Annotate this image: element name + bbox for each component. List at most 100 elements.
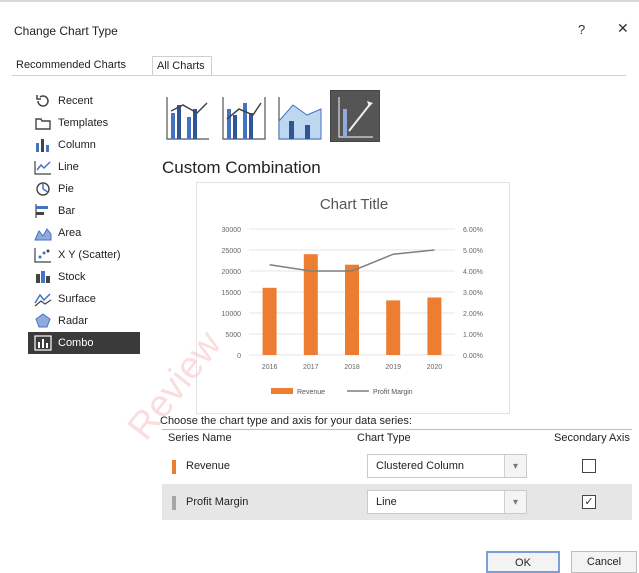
recent-icon — [36, 95, 49, 107]
series-name: Profit Margin — [186, 496, 249, 508]
primary-tick-label: 25000 — [222, 248, 242, 255]
stock-chart-icon — [36, 271, 50, 283]
secondary-axis-checkbox[interactable] — [582, 459, 596, 473]
subtype-clustered-column-line-secondary[interactable] — [218, 90, 268, 142]
primary-tick-label: 10000 — [222, 311, 242, 318]
revenue-bar — [386, 300, 401, 355]
chart-type-value: Line — [376, 496, 397, 508]
series-row-revenue: Revenue Clustered Column ▾ — [162, 448, 632, 484]
series-row-profit-margin: Profit Margin Line ▾ ✓ — [162, 484, 632, 520]
revenue-bars — [262, 254, 442, 355]
chart-type-dropdown[interactable]: Clustered Column ▾ — [367, 454, 527, 478]
sidebar-item-label: Area — [58, 227, 82, 239]
chart-preview: Chart Title 30000 25000 20000 15000 10000 500… — [196, 182, 510, 414]
secondary-tick-label: 6.00% — [463, 227, 483, 234]
sidebar-item-surface[interactable]: Surface — [28, 288, 140, 310]
cancel-button[interactable]: Cancel — [571, 551, 637, 573]
chart-category-list: Recent Templates Column Line Pie Bar Are… — [28, 90, 140, 354]
sidebar-item-combo[interactable]: Combo — [28, 332, 140, 354]
chart-type-dropdown[interactable]: Line ▾ — [367, 490, 527, 514]
sidebar-item-scatter[interactable]: X Y (Scatter) — [28, 244, 140, 266]
tab-recommended-charts[interactable]: Recommended Charts — [12, 56, 144, 74]
sidebar-item-templates[interactable]: Templates — [28, 112, 140, 134]
category-label: 2016 — [262, 364, 278, 371]
column-header-series-name: Series Name — [168, 432, 232, 444]
custom-combination-heading: Custom Combination — [162, 158, 321, 177]
subtype-clustered-column-line[interactable] — [162, 90, 212, 142]
tab-divider — [12, 75, 626, 76]
legend-profit-margin-label: Profit Margin — [373, 389, 413, 396]
sidebar-item-pie[interactable]: Pie — [28, 178, 140, 200]
revenue-bar — [345, 264, 359, 355]
category-label: 2017 — [303, 364, 319, 371]
sidebar-item-stock[interactable]: Stock — [28, 266, 140, 288]
ok-button[interactable]: OK — [486, 551, 560, 573]
change-chart-type-dialog: Change Chart Type ? ✕ Recommended Charts… — [0, 0, 639, 573]
sidebar-item-column[interactable]: Column — [28, 134, 140, 156]
column-chart-icon — [36, 139, 49, 152]
sidebar-item-label: Line — [58, 161, 79, 173]
primary-axis-labels: 30000 25000 20000 15000 10000 5000 0 — [222, 227, 242, 360]
primary-tick-label: 15000 — [222, 290, 242, 297]
subtype-custom-combination[interactable] — [330, 90, 380, 142]
sidebar-item-label: Pie — [58, 183, 74, 195]
category-axis-labels: 2016 2017 2018 2019 2020 — [262, 364, 442, 371]
dialog-titlebar: Change Chart Type ? ✕ — [0, 2, 639, 46]
combo-subtype-gallery — [162, 90, 402, 144]
category-label: 2019 — [385, 364, 401, 371]
scatter-chart-icon — [34, 248, 51, 263]
surface-chart-icon — [34, 293, 52, 307]
secondary-axis-labels: 6.00% 5.00% 4.00% 3.00% 2.00% 1.00% 0.00% — [463, 227, 483, 360]
sidebar-item-label: Combo — [58, 337, 94, 349]
secondary-tick-label: 5.00% — [463, 248, 483, 255]
revenue-bar — [303, 254, 318, 355]
series-instructions: Choose the chart type and axis for your … — [160, 415, 412, 427]
chart-tabs: Recommended Charts All Charts — [12, 56, 632, 76]
secondary-tick-label: 2.00% — [463, 311, 483, 318]
chart-type-value: Clustered Column — [376, 460, 465, 472]
sidebar-item-bar[interactable]: Bar — [28, 200, 140, 222]
combo-chart-icon — [34, 335, 52, 351]
revenue-bar — [262, 287, 277, 355]
sidebar-item-recent[interactable]: Recent — [28, 90, 140, 112]
revenue-bar — [427, 297, 442, 355]
column-header-chart-type: Chart Type — [357, 432, 411, 444]
stacked-area-column-icon — [278, 97, 322, 140]
sidebar-item-area[interactable]: Area — [28, 222, 140, 244]
primary-tick-label: 0 — [237, 353, 241, 360]
legend-revenue-label: Revenue — [297, 389, 325, 396]
subtype-stacked-area-column[interactable] — [274, 90, 324, 142]
bar-chart-icon — [35, 204, 48, 218]
chart-title: Chart Title — [320, 196, 388, 213]
sidebar-item-label: Radar — [58, 315, 88, 327]
series-table: Series Name Chart Type Secondary Axis Re… — [162, 429, 632, 527]
secondary-axis-checkbox[interactable]: ✓ — [582, 495, 596, 509]
close-button[interactable]: ✕ — [617, 20, 629, 37]
secondary-tick-label: 0.00% — [463, 353, 483, 360]
column-header-secondary-axis: Secondary Axis — [554, 432, 630, 444]
sidebar-item-label: X Y (Scatter) — [58, 249, 121, 261]
series-color-swatch — [172, 496, 176, 510]
sidebar-item-label: Bar — [58, 205, 76, 217]
sidebar-item-label: Recent — [58, 95, 93, 107]
clustered-column-line-icon — [166, 97, 209, 140]
radar-chart-icon — [35, 313, 51, 328]
series-name: Revenue — [186, 460, 231, 472]
chevron-down-icon[interactable]: ▾ — [504, 491, 526, 513]
chart-preview-canvas: Chart Title 30000 25000 20000 15000 10000 500… — [222, 196, 483, 396]
sidebar-item-label: Column — [58, 139, 96, 151]
templates-icon — [35, 118, 51, 130]
chart-legend: Revenue Profit Margin — [271, 388, 413, 396]
sidebar-item-label: Templates — [58, 117, 109, 129]
chevron-down-icon[interactable]: ▾ — [504, 455, 526, 477]
sidebar-item-radar[interactable]: Radar — [28, 310, 140, 332]
help-button[interactable]: ? — [578, 22, 585, 37]
legend-revenue-swatch — [271, 388, 293, 394]
category-label: 2020 — [427, 364, 443, 371]
category-label: 2018 — [344, 364, 360, 371]
tab-all-charts[interactable]: All Charts — [152, 56, 212, 75]
line-chart-icon — [34, 161, 51, 175]
sidebar-item-line[interactable]: Line — [28, 156, 140, 178]
primary-tick-label: 5000 — [225, 332, 241, 339]
dialog-title: Change Chart Type — [14, 24, 118, 38]
